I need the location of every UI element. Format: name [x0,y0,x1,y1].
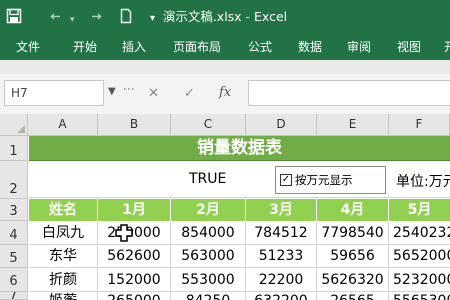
column-header-d[interactable]: D [246,114,317,136]
column-header-a[interactable]: A [28,114,98,136]
toggle-value-cell[interactable]: TRUE [189,171,226,187]
formula-input[interactable] [248,80,450,106]
window-title: 演示文稿.xlsx - Excel [162,9,288,24]
row-header-1[interactable]: 1 [0,136,28,161]
header-cell-apr[interactable]: 4月 [317,199,389,221]
cell-cursor-icon [115,224,133,242]
tab-review[interactable]: 审阅 [347,39,371,55]
table-cell[interactable]: 51233 [246,245,317,268]
table-cell[interactable]: 563000 [171,245,246,268]
table-cell[interactable]: 26565 [317,292,389,300]
row-header-3[interactable]: 3 [0,199,28,221]
table-cell[interactable]: 2540232 [389,221,450,245]
table-cell[interactable]: 784512 [246,221,317,245]
insert-function-icon[interactable]: fx [219,85,231,100]
name-box[interactable]: H7 [4,80,104,106]
header-cell-mar[interactable]: 3月 [246,199,317,221]
name-box-dropdown-icon[interactable]: ▼ [108,86,116,97]
column-header-b[interactable]: B [98,114,171,136]
table-cell[interactable]: 553000 [171,268,246,292]
close-icon[interactable]: ✕ [148,86,159,101]
tab-data[interactable]: 数据 [298,39,322,55]
select-all-icon [17,125,25,133]
splitter-handle[interactable]: ⋮ [121,83,137,94]
table-cell[interactable]: 5626320 [317,268,389,292]
header-cell-may[interactable]: 5月 [389,199,450,221]
row-header-2[interactable]: 2 [0,161,28,199]
select-all-corner[interactable] [0,114,28,136]
row-header-7[interactable]: 7 [0,292,28,300]
table-cell[interactable]: 265000 [98,292,171,300]
table-cell[interactable]: 152000 [98,268,171,292]
table-cell[interactable]: 59656 [317,245,389,268]
header-cell-jan[interactable]: 1月 [98,199,171,221]
unit-label[interactable]: 单位:万元 [396,171,450,191]
row-header-4[interactable]: 4 [0,221,28,245]
ribbon-tabs: 文件 开始 插入 页面布局 公式 数据 审阅 视图 开 [0,34,450,60]
title-bar: ▾ ▾ 演示文稿.xlsx - Excel [0,0,450,34]
column-header-f[interactable]: F [389,114,450,136]
table-cell[interactable]: 5232000 [389,268,450,292]
tab-home[interactable]: 开始 [73,39,97,55]
checkbox-control[interactable]: ✓ 按万元显示 [275,166,386,194]
formula-bar: H7 ▼ ⋮ ✕ ✓ fx [0,74,450,114]
table-cell[interactable]: 84250 [171,292,246,300]
row-header-6[interactable]: 6 [0,268,28,292]
header-cell-name[interactable]: 姓名 [29,199,98,221]
header-cell-feb[interactable]: 2月 [171,199,246,221]
sheet-title[interactable]: 销量数据表 [29,136,450,161]
tab-page-layout[interactable]: 页面布局 [173,39,221,55]
checkbox-label: 按万元显示 [295,173,353,187]
row-header-5[interactable]: 5 [0,245,28,268]
table-cell[interactable]: 22200 [246,268,317,292]
table-cell[interactable]: 7798540 [317,221,389,245]
table-cell[interactable]: 东华 [29,245,98,268]
tab-file[interactable]: 文件 [16,39,40,55]
table-cell[interactable]: 白凤九 [29,221,98,245]
table-cell[interactable]: 姬蘅 [29,292,98,300]
tab-formulas[interactable]: 公式 [248,39,272,55]
tab-insert[interactable]: 插入 [122,39,146,55]
ribbon-collapsed-band [0,60,450,74]
column-header-c[interactable]: C [171,114,246,136]
table-cell[interactable]: 折颜 [29,268,98,292]
table-cell[interactable]: 562600 [98,245,171,268]
table-cell[interactable]: 250000 [98,221,171,245]
table-cell[interactable]: 5565300 [389,292,450,300]
table-cell[interactable]: 632200 [246,292,317,300]
tab-developer[interactable]: 开 [444,39,450,55]
table-cell[interactable]: 5652000 [389,245,450,268]
options-row: TRUE ✓ 按万元显示 单位:万元 [29,161,450,198]
column-header-e[interactable]: E [317,114,389,136]
table-cell[interactable]: 854000 [171,221,246,245]
checkbox-checked-icon[interactable]: ✓ [280,174,292,186]
tab-view[interactable]: 视图 [397,39,421,55]
check-icon[interactable]: ✓ [184,86,195,101]
